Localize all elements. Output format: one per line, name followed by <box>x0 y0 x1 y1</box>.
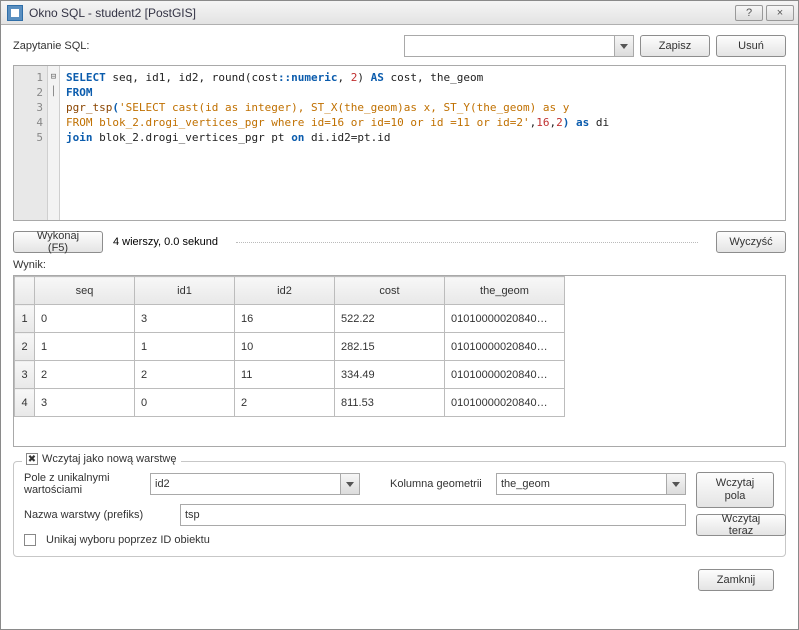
fold-column[interactable]: ⊟ │ <box>48 66 60 220</box>
query-name-dropdown[interactable] <box>614 35 634 57</box>
close-button[interactable]: Zamknij <box>698 569 774 591</box>
chevron-down-icon <box>672 482 680 487</box>
query-name-combo[interactable] <box>404 35 634 57</box>
sql-window: Okno SQL - student2 [PostGIS] ? × Zapyta… <box>0 0 799 630</box>
unique-field-input[interactable] <box>150 473 340 495</box>
sql-editor[interactable]: 1 2 3 4 5 ⊟ │ SELECT seq, id1, id2, roun… <box>13 65 786 221</box>
execute-button[interactable]: Wykonaj (F5) <box>13 231 103 253</box>
query-label: Zapytanie SQL: <box>13 40 89 52</box>
col-id2[interactable]: id2 <box>235 277 335 305</box>
col-geom[interactable]: the_geom <box>445 277 565 305</box>
save-button[interactable]: Zapisz <box>640 35 710 57</box>
result-label: Wynik: <box>13 259 786 271</box>
chevron-down-icon <box>346 482 354 487</box>
query-name-input[interactable] <box>404 35 614 57</box>
col-seq[interactable]: seq <box>35 277 135 305</box>
result-table: seq id1 id2 cost the_geom 1 0 3 16 522.2… <box>14 276 565 417</box>
unique-field-label: Pole z unikalnymi wartościami <box>24 472 144 496</box>
load-now-button[interactable]: Wczytaj teraz <box>696 514 786 536</box>
window-title: Okno SQL - student2 [PostGIS] <box>29 6 196 20</box>
unique-field-dropdown[interactable] <box>340 473 360 495</box>
load-fields-button[interactable]: Wczytaj pola <box>696 472 774 508</box>
table-row[interactable]: 1 0 3 16 522.22 01010000020840… <box>15 305 565 333</box>
geom-column-input[interactable] <box>496 473 666 495</box>
layer-prefix-input[interactable] <box>180 504 686 526</box>
geom-column-combo[interactable] <box>496 473 686 495</box>
titlebar: Okno SQL - student2 [PostGIS] ? × <box>1 1 798 25</box>
line-gutter: 1 2 3 4 5 <box>14 66 48 220</box>
avoid-id-label: Unikaj wyboru poprzez ID obiektu <box>46 534 210 546</box>
result-table-wrap[interactable]: seq id1 id2 cost the_geom 1 0 3 16 522.2… <box>13 275 786 447</box>
code-area[interactable]: SELECT seq, id1, id2, round(cost::numeri… <box>60 66 785 220</box>
load-layer-group: ✖ Wczytaj jako nową warstwę Pole z unika… <box>13 461 786 557</box>
group-header-label: Wczytaj jako nową warstwę <box>42 453 177 465</box>
window-close-button[interactable]: × <box>766 5 794 21</box>
footer: Zamknij <box>13 565 786 601</box>
table-row[interactable]: 4 3 0 2 811.53 01010000020840… <box>15 389 565 417</box>
chevron-down-icon <box>620 44 628 49</box>
separator <box>236 242 698 243</box>
query-toolbar: Zapytanie SQL: Zapisz Usuń <box>13 35 786 57</box>
layer-prefix-label: Nazwa warstwy (prefiks) <box>24 509 174 521</box>
col-cost[interactable]: cost <box>335 277 445 305</box>
app-icon <box>7 5 23 21</box>
unique-field-combo[interactable] <box>150 473 360 495</box>
content-area: Zapytanie SQL: Zapisz Usuń 1 2 3 4 5 ⊟ │ <box>1 25 798 629</box>
geom-column-dropdown[interactable] <box>666 473 686 495</box>
clear-button[interactable]: Wyczyść <box>716 231 786 253</box>
table-row[interactable]: 2 1 1 10 282.15 01010000020840… <box>15 333 565 361</box>
table-row[interactable]: 3 2 2 11 334.49 01010000020840… <box>15 361 565 389</box>
delete-button[interactable]: Usuń <box>716 35 786 57</box>
help-button[interactable]: ? <box>735 5 763 21</box>
status-text: 4 wierszy, 0.0 sekund <box>113 236 218 248</box>
col-id1[interactable]: id1 <box>135 277 235 305</box>
avoid-id-checkbox[interactable] <box>24 534 36 546</box>
fold-toggle-icon[interactable]: ⊟ <box>48 70 59 85</box>
corner-cell <box>15 277 35 305</box>
execute-row: Wykonaj (F5) 4 wierszy, 0.0 sekund Wyczy… <box>13 231 786 253</box>
group-header[interactable]: ✖ Wczytaj jako nową warstwę <box>22 453 181 465</box>
load-layer-checkbox[interactable]: ✖ <box>26 453 38 465</box>
geom-column-label: Kolumna geometrii <box>390 478 490 490</box>
